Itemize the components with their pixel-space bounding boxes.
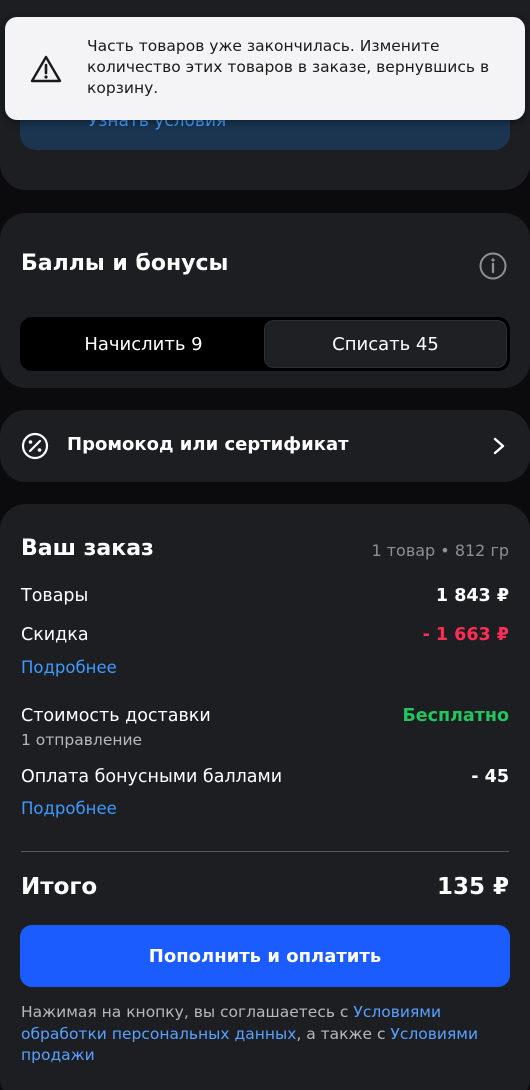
goods-label: Товары <box>21 586 89 606</box>
pay-button[interactable]: Пополнить и оплатить <box>20 925 510 987</box>
total-label: Итого <box>21 874 98 900</box>
discount-label: Скидка <box>21 625 89 645</box>
legal-text-part1: Нажимая на кнопку, вы соглашаетесь с <box>21 1003 354 1021</box>
discount-details-link[interactable]: Подробнее <box>21 658 117 677</box>
goods-value: 1 843 ₽ <box>435 586 509 606</box>
bonus-details-link[interactable]: Подробнее <box>21 799 117 818</box>
warning-toast[interactable]: Часть товаров уже закончилась. Измените … <box>5 17 525 120</box>
promocode-row[interactable]: Промокод или сертификат <box>0 410 530 482</box>
divider <box>21 851 509 852</box>
order-meta: 1 товар • 812 гр <box>371 541 509 560</box>
chevron-right-icon <box>493 437 505 455</box>
legal-text: Нажимая на кнопку, вы соглашаетесь с Усл… <box>21 1002 511 1067</box>
checkout-page: Узнать условия Часть товаров уже закончи… <box>0 0 530 1090</box>
info-icon[interactable] <box>478 251 508 281</box>
delivery-sub: 1 отправление <box>21 731 143 749</box>
delivery-label: Стоимость доставки <box>21 706 211 726</box>
bonus-pay-value: - 45 <box>471 767 509 787</box>
order-title: Ваш заказ <box>21 536 154 561</box>
order-summary-card: Ваш заказ 1 товар • 812 гр Товары 1 843 … <box>0 504 530 1090</box>
spend-bonus-option[interactable]: Списать 45 <box>264 320 507 368</box>
bonus-pay-label: Оплата бонусными баллами <box>21 767 283 787</box>
discount-value: - 1 663 ₽ <box>422 625 509 645</box>
accrue-bonus-option[interactable]: Начислить 9 <box>23 320 264 368</box>
bonus-title: Баллы и бонусы <box>21 251 229 276</box>
delivery-value: Бесплатно <box>402 706 509 726</box>
bonus-segmented-control: Начислить 9 Списать 45 <box>20 317 510 371</box>
toast-message: Часть товаров уже закончилась. Измените … <box>87 37 490 97</box>
legal-text-part2: , а также с <box>296 1024 391 1043</box>
bonus-card: Баллы и бонусы Начислить 9 Списать 45 <box>0 213 530 388</box>
warning-icon <box>30 55 62 83</box>
promocode-label: Промокод или сертификат <box>67 434 349 455</box>
total-value: 135 ₽ <box>436 874 509 900</box>
discount-icon <box>21 432 49 460</box>
